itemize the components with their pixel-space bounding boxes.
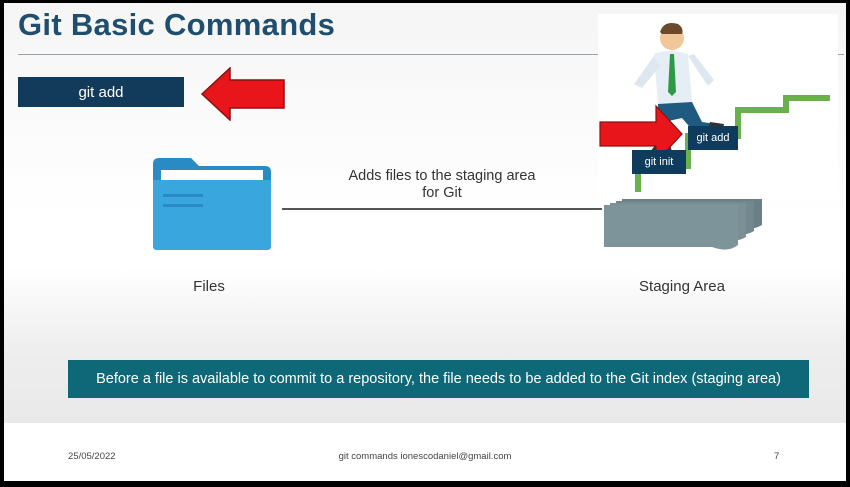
footer-text: git commands ionescodaniel@gmail.com <box>338 451 512 462</box>
stacked-pages-icon <box>604 199 762 250</box>
info-banner-text: Before a file is available to commit to … <box>96 371 781 387</box>
slide: Git Basic Commands git add Files Adds fi… <box>4 3 846 481</box>
step-label-git-add: git add <box>688 126 738 150</box>
connector-caption: Adds files to the staging area for Git <box>326 168 558 202</box>
footer-page-number: 7 <box>774 451 780 462</box>
command-label: git add <box>78 83 124 101</box>
files-label: Files <box>193 278 225 295</box>
connector-line <box>282 208 602 210</box>
info-banner: Before a file is available to commit to … <box>68 360 809 398</box>
footer-date: 25/05/2022 <box>68 451 116 462</box>
caption-line-1: Adds files to the staging area <box>348 168 536 184</box>
command-label-box: git add <box>18 77 184 107</box>
slide-title: Git Basic Commands <box>18 7 336 42</box>
slide-footer: 25/05/2022 git commands ionescodaniel@gm… <box>4 423 846 481</box>
red-arrow-icon <box>200 67 285 121</box>
staging-area-label: Staging Area <box>639 278 725 295</box>
folder-icon <box>153 158 271 250</box>
caption-line-2: for Git <box>422 185 462 201</box>
stairs-illustration: git add git init <box>598 14 838 198</box>
step-label-git-init: git init <box>632 150 686 174</box>
